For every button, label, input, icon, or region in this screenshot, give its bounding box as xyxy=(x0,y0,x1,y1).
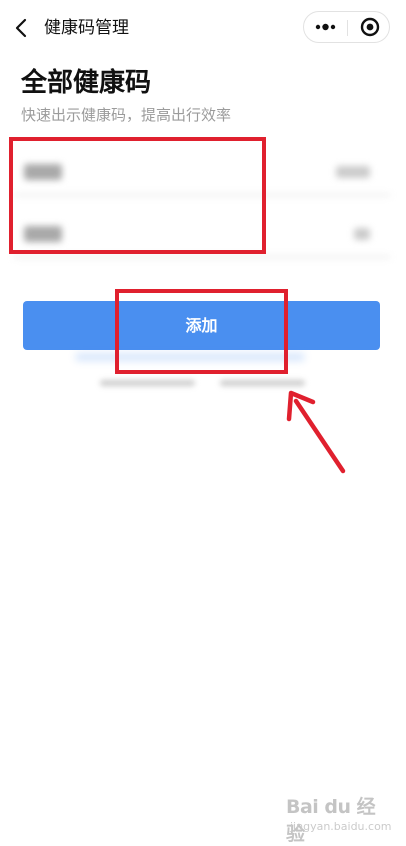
nav-bar: 健康码管理 xyxy=(0,0,406,56)
close-target-icon xyxy=(360,17,380,37)
divider xyxy=(14,256,390,258)
more-menu-button[interactable] xyxy=(304,12,347,42)
annotation-box-list xyxy=(9,137,266,254)
page-subtitle: 快速出示健康码，提高出行效率 xyxy=(21,106,232,124)
blurred-value xyxy=(336,166,370,178)
annotation-arrow-icon xyxy=(286,390,346,474)
close-mini-program-button[interactable] xyxy=(348,12,390,42)
watermark-url: jingyan.baidu.com xyxy=(290,820,392,833)
annotation-box-add-button xyxy=(115,289,288,374)
baidu-jingyan-watermark: Bai du 经验 jingyan.baidu.com xyxy=(280,790,392,845)
blurred-links xyxy=(90,378,310,388)
page-title: 全部健康码 xyxy=(21,68,152,98)
more-dots-icon xyxy=(315,23,336,31)
mini-program-capsule xyxy=(303,11,390,43)
back-icon[interactable] xyxy=(12,16,32,40)
nav-title: 健康码管理 xyxy=(44,18,129,38)
blurred-value xyxy=(354,228,370,240)
watermark-logo: Bai du 经验 xyxy=(286,796,376,845)
